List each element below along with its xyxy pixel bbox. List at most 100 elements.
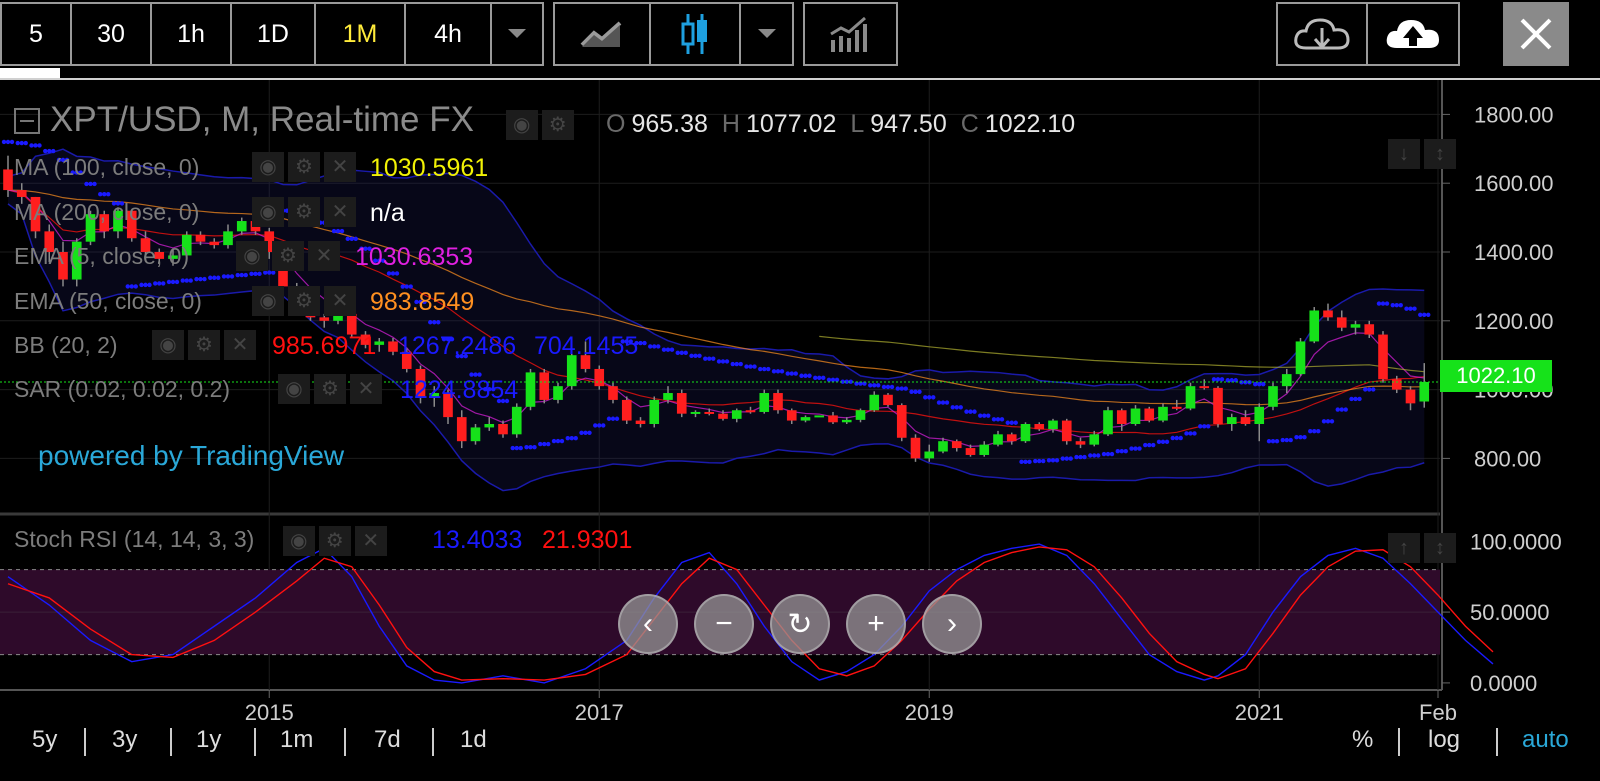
powered-by-label[interactable]: powered by TradingView — [38, 440, 344, 472]
scale-%[interactable]: % — [1352, 726, 1373, 754]
zoom-out-button[interactable]: − — [694, 594, 754, 654]
sar-dot — [683, 350, 688, 356]
gear-icon[interactable]: ⚙ — [188, 330, 220, 360]
sar-dot — [9, 139, 15, 145]
gear-icon[interactable]: ⚙ — [541, 110, 574, 140]
sar-dot — [1261, 382, 1266, 387]
scale-log[interactable]: log — [1428, 726, 1460, 754]
reset-button[interactable]: ↻ — [770, 594, 830, 654]
range-separator — [170, 728, 172, 756]
candle-body — [1116, 410, 1127, 424]
candle-body — [1295, 341, 1306, 375]
y-tick-label: 1400.00 — [1474, 240, 1554, 265]
candle-body — [690, 411, 701, 414]
sar-dot — [766, 366, 771, 372]
sar-dot — [235, 272, 240, 278]
sar-dot — [1294, 434, 1299, 440]
sar-dot — [716, 359, 722, 364]
sar-dot — [84, 181, 89, 187]
sar-dot — [1050, 458, 1056, 463]
indicator-name: EMA (50, close, 0) — [14, 288, 202, 314]
range-1m[interactable]: 1m — [280, 726, 313, 754]
eye-icon[interactable]: ◉ — [252, 286, 284, 316]
sar-dot — [208, 275, 213, 280]
indicator-controls: ◉ ⚙ ✕ — [236, 241, 344, 271]
sar-dot — [102, 191, 107, 197]
sar-dot — [569, 435, 574, 441]
gear-icon[interactable]: ⚙ — [288, 286, 320, 316]
expand-vertical-icon[interactable]: ↕ — [1424, 533, 1456, 563]
close-icon[interactable]: ✕ — [324, 152, 356, 182]
close-icon[interactable]: ✕ — [350, 374, 382, 404]
close-icon[interactable]: ✕ — [308, 241, 340, 271]
scale-auto[interactable]: auto — [1522, 726, 1569, 754]
range-7d[interactable]: 7d — [374, 726, 401, 754]
zoom-in-button[interactable]: + — [846, 594, 906, 654]
eye-icon[interactable]: ◉ — [236, 241, 268, 271]
scroll-right-button[interactable]: › — [922, 594, 982, 654]
candle-body — [1268, 386, 1278, 407]
sar-dot — [744, 364, 749, 369]
sar-dot — [1390, 302, 1395, 308]
range-separator — [254, 728, 256, 756]
sar-dot — [758, 366, 763, 372]
gear-icon[interactable]: ⚙ — [272, 241, 304, 271]
indicator-name: SAR (0.02, 0.02, 0.2) — [14, 376, 231, 402]
gear-icon[interactable]: ⚙ — [318, 526, 351, 556]
range-1y[interactable]: 1y — [196, 726, 221, 754]
scroll-left-button[interactable]: ‹ — [618, 594, 678, 654]
candle-body — [539, 372, 550, 400]
range-5y[interactable]: 5y — [32, 726, 57, 754]
sar-dot — [803, 373, 808, 378]
sar-dot — [1188, 431, 1193, 436]
range-bar: 5y 3y 1y 1m 7d 1d% log auto — [0, 718, 1600, 764]
eye-icon[interactable]: ◉ — [252, 152, 284, 182]
sar-dot — [923, 395, 928, 400]
range-1d[interactable]: 1d — [460, 726, 487, 754]
sar-dot — [1325, 419, 1331, 424]
candle-body — [1254, 406, 1265, 424]
arrow-up-icon[interactable]: ↑ — [1388, 533, 1420, 563]
sar-dot — [1280, 437, 1285, 443]
eye-icon[interactable]: ◉ — [278, 374, 310, 404]
sar-dot — [972, 409, 977, 414]
ohlc-key-L: L — [850, 110, 865, 138]
candle-body — [223, 231, 233, 246]
eye-icon[interactable]: ◉ — [152, 330, 184, 360]
gear-icon[interactable]: ⚙ — [314, 374, 346, 404]
eye-icon[interactable]: ◉ — [505, 110, 538, 140]
indicator-value: n/a — [370, 199, 405, 227]
eye-icon[interactable]: ◉ — [252, 197, 284, 227]
sar-dot — [1137, 446, 1142, 451]
candle-body — [621, 399, 632, 421]
candle-body — [855, 410, 866, 420]
close-icon[interactable]: ✕ — [324, 286, 356, 316]
expand-vertical-icon[interactable]: ↕ — [1424, 139, 1456, 169]
arrow-down-icon[interactable]: ↓ — [1388, 139, 1420, 169]
sar-dot — [826, 377, 832, 383]
candle-body — [525, 372, 536, 407]
sar-dot — [964, 409, 969, 414]
close-icon[interactable]: ✕ — [324, 197, 356, 227]
indicator-row: EMA (50, close, 0) ◉ ⚙ ✕ 983.8549 — [14, 286, 474, 316]
collapse-icon[interactable] — [14, 108, 40, 134]
candle-body — [388, 341, 398, 352]
sar-dot — [579, 430, 584, 435]
gear-icon[interactable]: ⚙ — [288, 152, 320, 182]
candle-body — [498, 424, 508, 435]
candle-body — [319, 317, 330, 321]
sar-dot — [88, 181, 93, 187]
sar-dot — [958, 405, 963, 410]
sar-dot — [885, 384, 891, 390]
sar-dot — [1202, 424, 1207, 429]
sar-dot — [748, 364, 753, 369]
sar-dot — [1054, 458, 1060, 463]
eye-icon[interactable]: ◉ — [282, 526, 315, 556]
gear-icon[interactable]: ⚙ — [288, 197, 320, 227]
stoch-legend: Stoch RSI (14, 14, 3, 3) ◉ ⚙ ✕ 13.4033 21.… — [14, 526, 632, 556]
close-icon[interactable]: ✕ — [224, 330, 256, 360]
sar-dot — [775, 369, 781, 374]
close-icon[interactable]: ✕ — [354, 526, 387, 556]
range-3y[interactable]: 3y — [112, 726, 137, 754]
sar-dot — [524, 444, 529, 450]
